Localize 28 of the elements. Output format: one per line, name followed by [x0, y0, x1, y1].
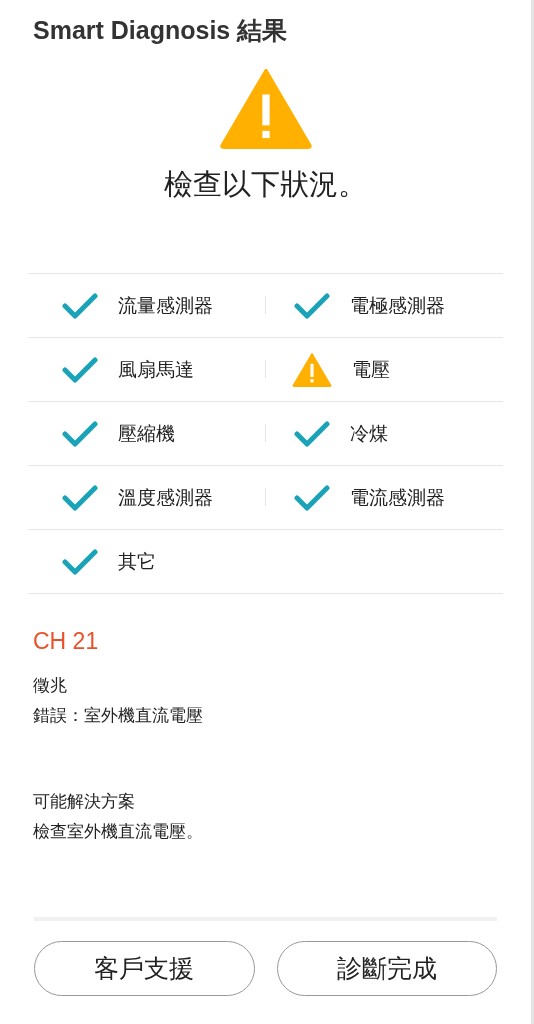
check-label: 風扇馬達 — [118, 357, 194, 382]
symptom-heading: 徵兆 — [33, 675, 68, 697]
check-label: 冷煤 — [349, 421, 388, 446]
check-icon — [293, 419, 330, 448]
check-icon — [62, 419, 98, 448]
solution-text: 檢查室外機直流電壓。 — [33, 821, 204, 843]
check-label: 電極感測器 — [349, 293, 445, 318]
symptom-text: 錯誤：室外機直流電壓 — [33, 705, 204, 727]
check-label: 其它 — [118, 549, 156, 574]
check-icon — [62, 547, 98, 576]
check-label: 電壓 — [351, 357, 390, 382]
warning-icon — [291, 352, 332, 387]
warning-icon — [219, 69, 312, 149]
check-icon — [293, 483, 330, 512]
check-label: 流量感測器 — [118, 293, 213, 318]
check-icon — [62, 483, 98, 512]
check-label: 溫度感測器 — [118, 485, 213, 510]
summary-message: 檢查以下狀況。 — [164, 167, 367, 202]
check-icon — [62, 355, 98, 384]
check-icon — [62, 291, 98, 320]
check-label: 電流感測器 — [349, 485, 445, 510]
action-button[interactable]: 診斷完成 — [276, 941, 497, 996]
error-code: CH 21 — [33, 628, 100, 655]
solution-heading: 可能解決方案 — [33, 791, 136, 813]
check-icon — [293, 291, 330, 320]
check-label: 壓縮機 — [118, 421, 175, 446]
page-title: Smart Diagnosis 結果 — [33, 15, 289, 46]
action-button[interactable]: 客戶支援 — [34, 941, 255, 996]
